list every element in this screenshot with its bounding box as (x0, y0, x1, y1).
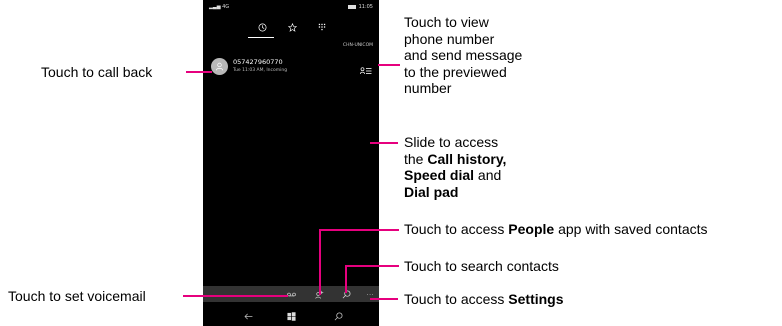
call-detail: Tue 11:03 AM, Incoming (233, 68, 288, 73)
callout-call-back: Touch to call back (41, 64, 153, 80)
callout-people: Touch to access People app with saved co… (404, 221, 708, 238)
callout-speed-dial: Speed dial (404, 167, 475, 183)
callout-view-number-line-1: Touch to view (404, 14, 489, 30)
callout-line-view-number (378, 64, 400, 66)
carrier-label: CHN-UNICOM (342, 43, 373, 48)
callout-line-slide (370, 142, 398, 144)
callout-slide-line-3: Speed dial and (404, 167, 506, 184)
battery-icon (347, 5, 356, 9)
callout-settings-bold: Settings (508, 291, 564, 307)
callout-line-settings (370, 298, 398, 300)
callout-view-number-line-3: and send message (404, 47, 523, 63)
contact-details-icon (359, 67, 372, 75)
callout-people-bold: People (508, 221, 555, 237)
callout-slide-line-4: Dial pad (404, 184, 506, 201)
callout-line-search-h (345, 265, 399, 267)
history-icon (258, 23, 266, 31)
dialpad-icon (318, 23, 326, 31)
callout-settings-pre: Touch to access (404, 291, 509, 307)
callout-voicemail: Touch to set voicemail (8, 288, 146, 304)
avatar[interactable] (211, 58, 228, 75)
callout-view-number-line-4: to the previewed (404, 63, 507, 80)
back-button[interactable] (241, 309, 255, 323)
pivot-tabs (231, 16, 351, 38)
callout-slide-line-2: the Call history, (404, 151, 506, 168)
callout-slide-the: the (404, 150, 428, 167)
more-settings-button[interactable]: ... (367, 290, 374, 297)
callout-view-number-line-5: number (404, 80, 452, 96)
callout-search: Touch to search contacts (404, 258, 559, 274)
callout-slide-and: and (474, 167, 502, 183)
search-nav-button[interactable] (331, 309, 345, 323)
navigation-bar (203, 304, 379, 326)
callout-line-people-v (319, 229, 321, 295)
person-icon (215, 62, 224, 71)
active-tab-indicator (248, 37, 274, 38)
callout-view-number: Touch to view phone number and send mess… (404, 14, 522, 97)
tab-call-history[interactable] (251, 16, 273, 38)
callout-view-number-line-2: phone number (404, 30, 495, 47)
callout-line-call-back (186, 71, 212, 73)
clock: 11:05 (358, 4, 373, 10)
start-button[interactable] (284, 309, 298, 323)
voicemail-button[interactable] (285, 288, 297, 300)
callout-line-people-h (319, 229, 399, 231)
callout-settings: Touch to access Settings (404, 291, 564, 308)
star-icon (287, 22, 297, 32)
tab-speed-dial[interactable] (281, 16, 303, 38)
callout-people-post: app with saved contacts (554, 221, 708, 237)
call-history-item[interactable]: 057427960770 Tue 11:03 AM, Incoming (209, 55, 373, 79)
callout-call-history: Call history, (427, 150, 507, 167)
status-bar: ▂▃▅ 4G 11:05 (203, 0, 379, 12)
battery-clock: 11:05 (347, 4, 373, 10)
callout-people-pre: Touch to access (404, 221, 509, 237)
signal-indicator: ▂▃▅ 4G (209, 4, 230, 10)
search-icon (334, 312, 342, 320)
callout-line-voicemail (183, 295, 288, 297)
app-bar: ... (203, 286, 379, 302)
windows-logo-icon (286, 311, 296, 321)
contact-detail-button[interactable] (359, 60, 372, 79)
caller-number: 057427960770 (233, 58, 283, 66)
phone-screen: ▂▃▅ 4G 11:05 CHN-UNICOM 057427960770 Tue… (203, 0, 379, 326)
tab-dial-pad[interactable] (311, 16, 333, 38)
back-arrow-icon (244, 313, 252, 319)
callout-dial-pad: Dial pad (404, 183, 459, 200)
callout-slide-line-1: Slide to access (404, 134, 499, 150)
callout-slide: Slide to access the Call history, Speed … (404, 134, 506, 200)
callout-line-search-v (345, 265, 347, 293)
network-type: 4G (222, 4, 230, 10)
